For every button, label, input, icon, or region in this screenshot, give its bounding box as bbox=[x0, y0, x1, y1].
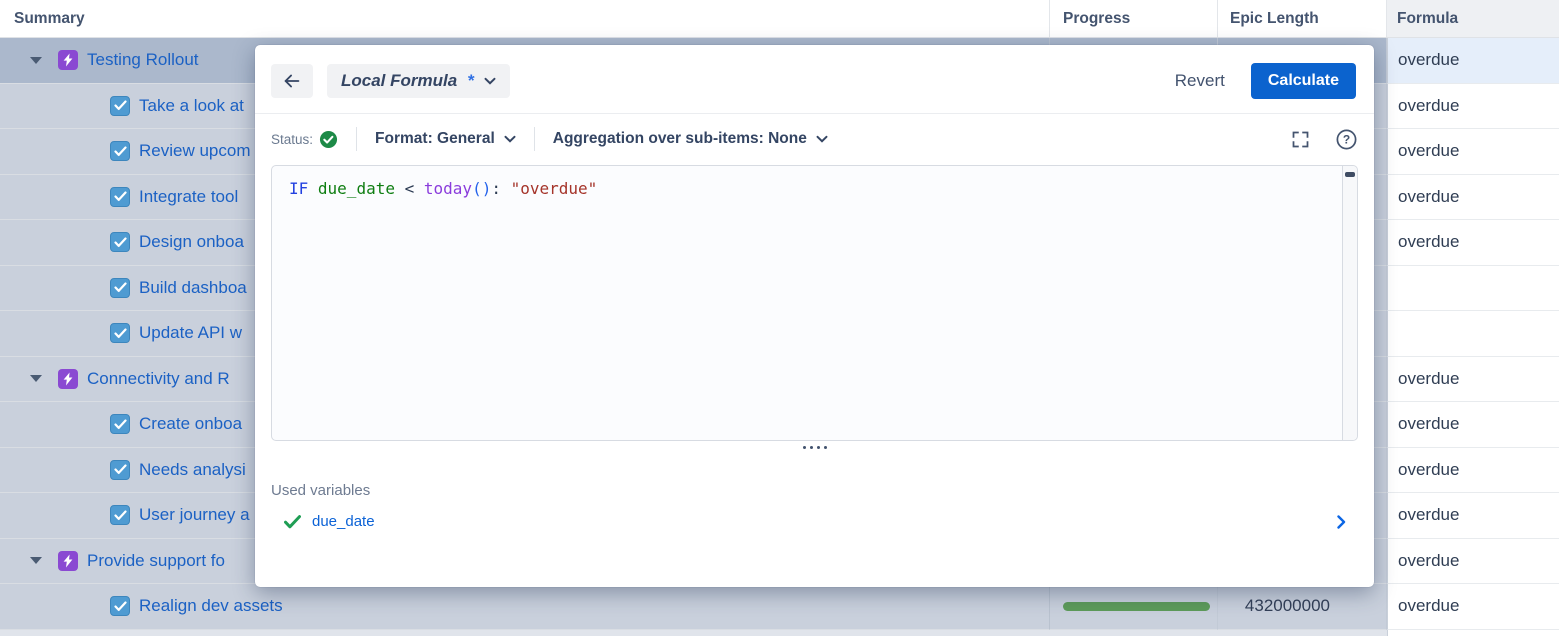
checkbox-checked-icon[interactable] bbox=[110, 414, 130, 434]
checkbox-checked-icon[interactable] bbox=[110, 596, 130, 616]
epic-summary-link[interactable]: Connectivity and R bbox=[87, 369, 230, 389]
variable-name-link[interactable]: due_date bbox=[312, 513, 375, 530]
formula-code-line: IF due_date < today(): "overdue" bbox=[272, 166, 1357, 201]
issue-summary-link[interactable]: Create onboa bbox=[139, 414, 242, 434]
epic-length-cell: 432000000 bbox=[1218, 584, 1387, 630]
question-circle-icon[interactable]: ? bbox=[1335, 128, 1358, 151]
formula-code-editor[interactable]: IF due_date < today(): "overdue" bbox=[271, 165, 1358, 441]
code-token-op: : bbox=[491, 179, 501, 198]
column-header-formula[interactable]: Formula bbox=[1387, 0, 1559, 37]
table-header: SummaryProgressEpic LengthFormula bbox=[0, 0, 1559, 38]
progress-bar bbox=[1063, 602, 1210, 611]
editor-scrollbar[interactable] bbox=[1342, 166, 1357, 440]
epic-lightning-icon bbox=[58, 50, 78, 70]
code-token-op bbox=[501, 179, 511, 198]
code-token-kw: IF bbox=[289, 179, 308, 198]
formula-cell[interactable]: overdue bbox=[1387, 129, 1559, 175]
issue-summary-link[interactable]: Build dashboa bbox=[139, 278, 247, 298]
formula-cell[interactable]: overdue bbox=[1387, 448, 1559, 494]
chevron-down-icon bbox=[816, 135, 828, 143]
formula-cell[interactable]: overdue bbox=[1387, 539, 1559, 585]
triangle-down-icon[interactable] bbox=[30, 557, 42, 564]
triangle-down-icon[interactable] bbox=[30, 375, 42, 382]
formula-cell[interactable]: overdue bbox=[1387, 175, 1559, 221]
format-label: Format: General bbox=[375, 130, 495, 148]
progress-cell bbox=[1050, 584, 1218, 630]
fullscreen-icon[interactable] bbox=[1290, 129, 1311, 150]
checkbox-checked-icon[interactable] bbox=[110, 232, 130, 252]
issue-summary-link[interactable]: User journey a bbox=[139, 505, 250, 525]
epic-lightning-icon bbox=[58, 369, 78, 389]
issue-summary-link[interactable]: Update API w bbox=[139, 323, 242, 343]
status-label: Status: bbox=[271, 132, 313, 147]
epic-summary-link[interactable]: Provide support fo bbox=[87, 551, 225, 571]
chevron-down-icon bbox=[504, 135, 516, 143]
aggregation-label: Aggregation over sub-items: None bbox=[553, 130, 807, 148]
summary-cell[interactable]: Realign dev assets bbox=[0, 584, 1050, 630]
code-token-paren: () bbox=[472, 179, 491, 198]
checkbox-checked-icon[interactable] bbox=[110, 141, 130, 161]
formula-cell[interactable] bbox=[1387, 311, 1559, 357]
format-dropdown[interactable]: Format: General bbox=[375, 130, 516, 148]
column-header-progress[interactable]: Progress bbox=[1050, 0, 1218, 37]
formula-editor-dialog: Local Formula * Revert Calculate Status:… bbox=[255, 45, 1374, 587]
checkbox-checked-icon[interactable] bbox=[110, 278, 130, 298]
toolbar-divider bbox=[534, 127, 535, 151]
column-header-summary[interactable]: Summary bbox=[0, 0, 1050, 37]
used-variable-row: due_date bbox=[284, 513, 1346, 530]
toolbar-divider bbox=[356, 127, 357, 151]
formula-cell[interactable] bbox=[1387, 266, 1559, 312]
epic-lightning-icon bbox=[58, 551, 78, 571]
editor-scrollbar-thumb[interactable] bbox=[1345, 172, 1355, 177]
chevron-down-icon bbox=[484, 77, 496, 85]
issue-summary-link[interactable]: Realign dev assets bbox=[139, 596, 283, 616]
checkbox-checked-icon[interactable] bbox=[110, 505, 130, 525]
checkbox-checked-icon[interactable] bbox=[110, 187, 130, 207]
code-token-op bbox=[308, 179, 318, 198]
back-button[interactable] bbox=[271, 64, 313, 98]
table-row: Realign dev assets 432000000overdue bbox=[0, 584, 1559, 630]
triangle-down-icon[interactable] bbox=[30, 57, 42, 64]
code-token-var: due_date bbox=[318, 179, 395, 198]
chevron-right-icon[interactable] bbox=[1337, 515, 1346, 529]
issue-summary-link[interactable]: Design onboa bbox=[139, 232, 244, 252]
unsaved-indicator: * bbox=[467, 71, 474, 91]
checkbox-checked-icon[interactable] bbox=[110, 323, 130, 343]
checkbox-checked-icon[interactable] bbox=[110, 96, 130, 116]
issue-summary-link[interactable]: Needs analysi bbox=[139, 460, 246, 480]
code-token-op: < bbox=[405, 179, 415, 198]
dialog-toolbar: Status: Format: General Aggregation over… bbox=[255, 114, 1374, 162]
formula-cell[interactable]: overdue bbox=[1387, 584, 1559, 630]
code-token-fn: today bbox=[424, 179, 472, 198]
formula-cell[interactable]: overdue bbox=[1387, 493, 1559, 539]
formula-name: Local Formula bbox=[341, 71, 457, 91]
formula-cell[interactable]: overdue bbox=[1387, 220, 1559, 266]
aggregation-dropdown[interactable]: Aggregation over sub-items: None bbox=[553, 130, 828, 148]
formula-cell[interactable]: overdue bbox=[1387, 402, 1559, 448]
editor-resize-handle[interactable] bbox=[255, 441, 1374, 449]
revert-button[interactable]: Revert bbox=[1175, 71, 1225, 91]
column-header-epic-length[interactable]: Epic Length bbox=[1218, 0, 1387, 37]
calculate-button[interactable]: Calculate bbox=[1251, 63, 1356, 99]
used-variables-label: Used variables bbox=[271, 482, 1358, 499]
formula-cell[interactable]: overdue bbox=[1387, 38, 1559, 84]
code-token-str: "overdue" bbox=[511, 179, 598, 198]
issue-summary-link[interactable]: Take a look at bbox=[139, 96, 244, 116]
formula-cell[interactable]: overdue bbox=[1387, 84, 1559, 130]
code-token-op bbox=[395, 179, 405, 198]
formula-name-dropdown[interactable]: Local Formula * bbox=[327, 64, 510, 98]
svg-text:?: ? bbox=[1343, 132, 1350, 146]
issue-summary-link[interactable]: Integrate tool bbox=[139, 187, 238, 207]
code-token-op bbox=[414, 179, 424, 198]
issue-summary-link[interactable]: Review upcom bbox=[139, 141, 251, 161]
check-circle-icon bbox=[319, 130, 338, 149]
dialog-header: Local Formula * Revert Calculate bbox=[255, 45, 1374, 113]
formula-cell[interactable]: overdue bbox=[1387, 357, 1559, 403]
epic-summary-link[interactable]: Testing Rollout bbox=[87, 50, 199, 70]
check-icon bbox=[284, 515, 301, 529]
arrow-left-icon bbox=[281, 70, 303, 92]
checkbox-checked-icon[interactable] bbox=[110, 460, 130, 480]
partial-row bbox=[0, 630, 1559, 636]
